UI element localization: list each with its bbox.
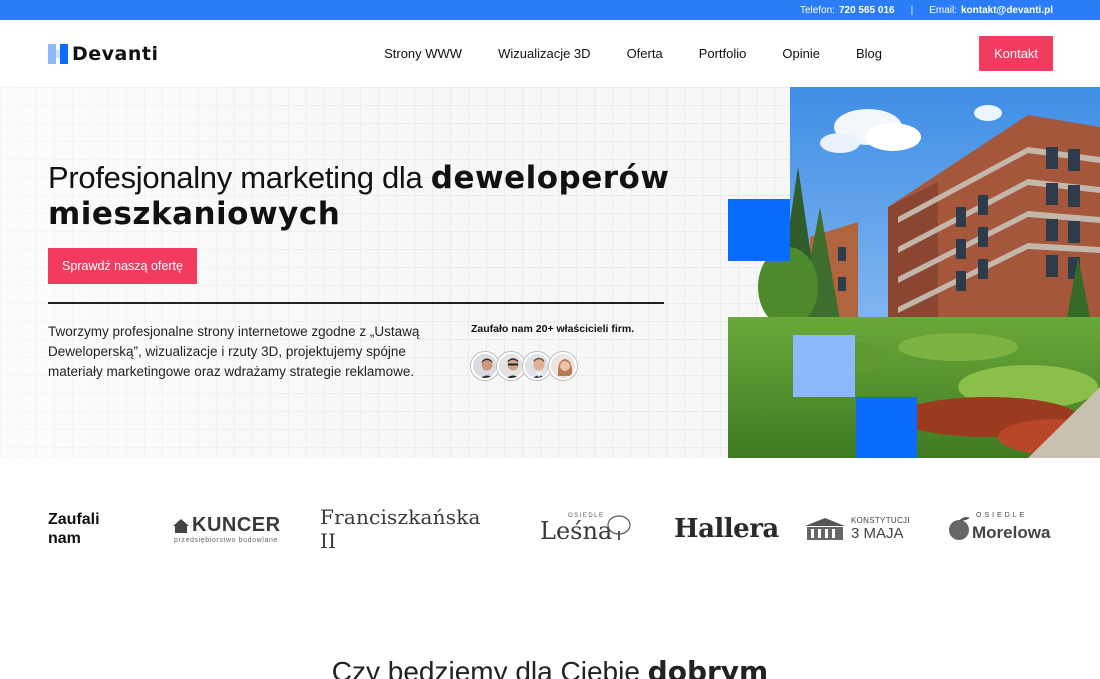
client-logo-konstytucji[interactable]: KONSTYTUCJI 3 MAJA: [803, 505, 913, 553]
hero-title-regular: Profesjonalny marketing dla: [48, 160, 431, 195]
client-logo-kuncer[interactable]: KUNCER przedsiębiorstwo budowlane: [172, 505, 280, 553]
email-info[interactable]: Email: kontakt@devanti.pl: [929, 5, 1053, 16]
building-icon: [805, 518, 845, 540]
phone-label: Telefon:: [799, 4, 835, 16]
plum-icon: [949, 517, 970, 540]
avatar: [471, 352, 499, 380]
avatar: [549, 352, 577, 380]
nav-item-blog[interactable]: Blog: [856, 46, 882, 61]
decor-blue-square: [856, 397, 917, 458]
section-heading: Czy będziemy dla Ciebie dobrym: [331, 655, 769, 679]
phone-info[interactable]: Telefon: 720 565 016: [800, 5, 895, 16]
nav-item-oferta[interactable]: Oferta: [627, 46, 663, 61]
main-nav: Strony WWW Wizualizacje 3D Oferta Portfo…: [384, 20, 882, 87]
clients-title: Zaufali nam: [48, 511, 100, 547]
brand-name: Devanti: [72, 43, 159, 65]
decor-blue-square: [728, 199, 790, 261]
hero-building-image: [728, 87, 1100, 458]
brand-logo[interactable]: Devanti: [48, 43, 159, 65]
client-logo-morelowa[interactable]: OSIEDLE Morelowa: [946, 505, 1056, 553]
client-logo-franciszkanska[interactable]: Franciszkańska II: [320, 505, 495, 553]
hero-divider: [48, 302, 664, 304]
client-logo-hallera[interactable]: Hallera: [674, 505, 779, 553]
separator: |: [910, 4, 914, 16]
hero-description: Tworzymy profesjonalne strony internetow…: [48, 324, 420, 379]
email-label: Email:: [929, 4, 957, 16]
house-icon: [173, 518, 189, 533]
trust-text: Zaufało nam 20+ właścicieli firm.: [471, 323, 635, 335]
contact-button[interactable]: Kontakt: [979, 36, 1053, 71]
nav-item-strony-www[interactable]: Strony WWW: [384, 46, 462, 61]
nav-item-portfolio[interactable]: Portfolio: [699, 46, 747, 61]
top-contact-bar: Telefon: 720 565 016 | Email: kontakt@de…: [0, 0, 1100, 20]
phone-value[interactable]: 720 565 016: [839, 5, 895, 16]
decor-light-blue-square: [793, 335, 855, 397]
hero-title: Profesjonalny marketing dla deweloperów …: [48, 160, 688, 232]
avatar: [497, 352, 525, 380]
email-value[interactable]: kontakt@devanti.pl: [961, 5, 1053, 16]
see-offer-button[interactable]: Sprawdź naszą ofertę: [48, 248, 197, 284]
client-logo-lesna[interactable]: OSIEDLE Leśna: [540, 505, 635, 553]
tree-icon: [607, 515, 631, 540]
hero-title-bold-2: mieszkaniowych: [48, 196, 341, 232]
client-avatars: [471, 352, 577, 380]
nav-item-wizualizacje-3d[interactable]: Wizualizacje 3D: [498, 46, 590, 61]
hero-title-bold-1: deweloperów: [430, 160, 670, 196]
avatar: [523, 352, 551, 380]
logo-mark-icon: [48, 44, 68, 64]
nav-item-opinie[interactable]: Opinie: [782, 46, 820, 61]
site-header: Devanti Strony WWW Wizualizacje 3D Ofert…: [0, 20, 1100, 87]
client-logos: KUNCER przedsiębiorstwo budowlane Franci…: [170, 505, 1055, 553]
